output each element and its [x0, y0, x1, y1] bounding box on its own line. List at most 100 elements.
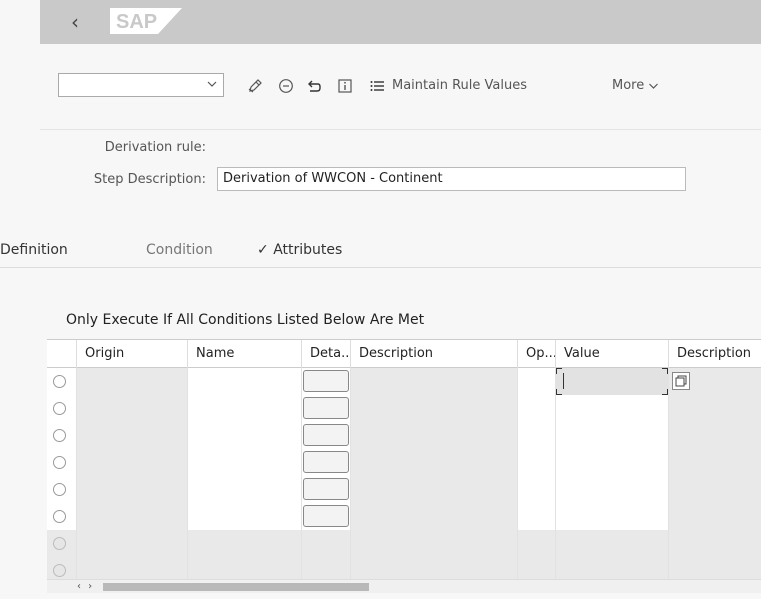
operator-input[interactable] [518, 476, 556, 503]
row-selector[interactable] [47, 476, 77, 503]
row-selector[interactable] [47, 368, 77, 395]
sap-logo: SAP [110, 8, 182, 38]
row-selector[interactable] [47, 503, 77, 530]
description-cell [351, 503, 518, 530]
scrollbar-thumb[interactable] [103, 583, 369, 591]
table-row[interactable] [47, 395, 761, 422]
origin-cell [77, 422, 188, 449]
name-input[interactable] [188, 395, 302, 422]
row-selector [47, 530, 77, 557]
variant-select[interactable] [58, 73, 224, 97]
value-input[interactable] [556, 503, 669, 530]
derivation-rule-label: Derivation rule: [104, 140, 206, 155]
operator-cell [518, 557, 556, 579]
table-row[interactable] [47, 368, 761, 395]
remove-icon[interactable] [277, 77, 295, 95]
value-input[interactable] [556, 368, 669, 395]
more-label: More [612, 78, 645, 93]
column-header-value-description[interactable]: Description [669, 340, 761, 368]
focus-corner [556, 368, 562, 374]
table-row[interactable] [47, 476, 761, 503]
name-input[interactable] [188, 449, 302, 476]
value-description-cell [669, 503, 761, 530]
origin-cell [77, 530, 188, 557]
value-help-icon [675, 375, 687, 387]
chevron-down-icon [207, 81, 217, 87]
description-cell [351, 476, 518, 503]
info-icon[interactable] [336, 77, 354, 95]
value-cell [556, 557, 669, 579]
tab-condition[interactable]: Condition [146, 242, 213, 258]
scroll-arrows-icon[interactable]: ‹ › [77, 580, 94, 593]
operator-input[interactable] [518, 395, 556, 422]
name-input[interactable] [188, 368, 302, 395]
origin-cell [77, 395, 188, 422]
step-description-input[interactable]: Derivation of WWCON - Continent [217, 167, 686, 191]
table-row[interactable] [47, 422, 761, 449]
row-radio[interactable] [53, 510, 66, 523]
row-selector[interactable] [47, 449, 77, 476]
tab-definition[interactable]: Definition [0, 242, 68, 258]
value-input-focused[interactable] [556, 368, 668, 395]
column-header-details[interactable]: Deta... [302, 340, 351, 368]
value-input[interactable] [556, 449, 669, 476]
operator-input[interactable] [518, 368, 556, 395]
operator-input[interactable] [518, 449, 556, 476]
origin-cell [77, 368, 188, 395]
details-button[interactable] [303, 451, 349, 473]
column-header-origin[interactable]: Origin [77, 340, 188, 368]
row-radio[interactable] [53, 456, 66, 469]
column-header-value[interactable]: Value [556, 340, 669, 368]
operator-input[interactable] [518, 422, 556, 449]
value-description-cell [669, 395, 761, 422]
details-button[interactable] [303, 370, 349, 392]
value-cell [556, 530, 669, 557]
name-input[interactable] [188, 422, 302, 449]
value-description-cell [669, 557, 761, 579]
tab-attributes[interactable]: ✓ Attributes [257, 242, 342, 258]
select-column-header [47, 340, 77, 368]
sap-logo-icon: SAP [110, 8, 182, 34]
row-selector[interactable] [47, 422, 77, 449]
row-radio[interactable] [53, 375, 66, 388]
list-icon[interactable] [368, 77, 386, 95]
value-input[interactable] [556, 422, 669, 449]
conditions-table: Origin Name Deta... Description Op... Va… [47, 339, 761, 579]
row-radio[interactable] [53, 429, 66, 442]
row-radio[interactable] [53, 402, 66, 415]
tab-bar: Definition Condition ✓ Attributes [0, 232, 761, 268]
details-button[interactable] [303, 424, 349, 446]
details-cell [302, 557, 351, 579]
undo-icon[interactable] [305, 77, 323, 95]
table-row[interactable] [47, 503, 761, 530]
name-input[interactable] [188, 476, 302, 503]
value-description-cell [669, 368, 761, 395]
operator-input[interactable] [518, 503, 556, 530]
column-header-operator[interactable]: Op... [518, 340, 556, 368]
value-input[interactable] [556, 476, 669, 503]
details-cell [302, 530, 351, 557]
value-description-cell [669, 422, 761, 449]
details-button[interactable] [303, 478, 349, 500]
edit-icon[interactable] [246, 77, 264, 95]
name-input[interactable] [188, 503, 302, 530]
back-button[interactable]: ‹ [66, 9, 84, 35]
more-button[interactable]: More [612, 77, 659, 95]
table-row[interactable] [47, 449, 761, 476]
horizontal-scrollbar[interactable]: ‹ › [47, 579, 761, 593]
details-button[interactable] [303, 505, 349, 527]
details-cell [302, 503, 351, 530]
conditions-table-title: Only Execute If All Conditions Listed Be… [66, 312, 425, 328]
step-description-label: Step Description: [93, 172, 206, 187]
details-button[interactable] [303, 397, 349, 419]
column-header-description[interactable]: Description [351, 340, 518, 368]
focus-corner [662, 368, 668, 374]
maintain-rule-values-button[interactable]: Maintain Rule Values [392, 77, 527, 95]
row-selector[interactable] [47, 395, 77, 422]
value-input[interactable] [556, 395, 669, 422]
row-radio[interactable] [53, 483, 66, 496]
toolbar: Maintain Rule Values More [40, 44, 761, 130]
value-help-button[interactable] [672, 372, 690, 390]
column-header-name[interactable]: Name [188, 340, 302, 368]
table-header: Origin Name Deta... Description Op... Va… [47, 340, 761, 368]
